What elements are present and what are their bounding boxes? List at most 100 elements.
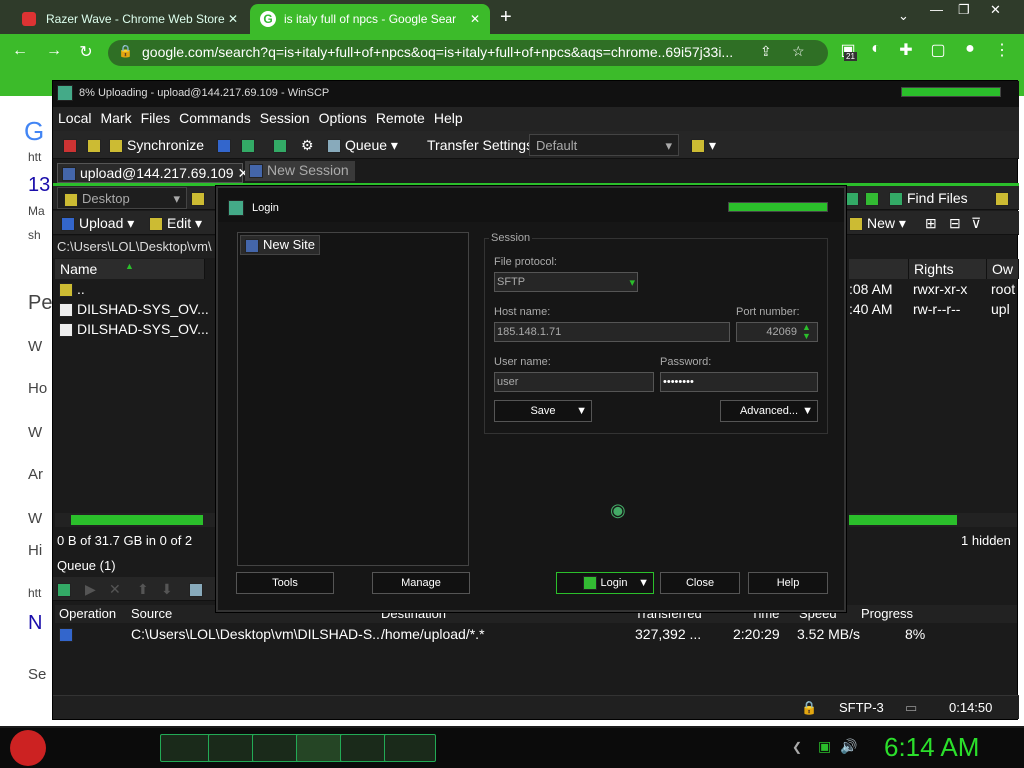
upload-button[interactable]: Upload ▾ [61,212,134,234]
minimize-icon[interactable]: — [930,2,943,17]
snippet[interactable]: W [28,510,42,527]
advanced-button[interactable]: Advanced... ▼ [720,400,818,422]
synchronize-button[interactable]: Synchronize [109,134,204,156]
session-tab-upload[interactable]: upload@144.217.69.109 ✕ [57,163,249,183]
menu-session[interactable]: Session [255,107,314,126]
queue-col-operation[interactable]: Operation [59,606,116,621]
login-button[interactable]: Login ▼ [556,572,654,594]
delete-icon[interactable]: ✕ [109,578,121,600]
find-files-button[interactable]: Find Files [889,187,968,209]
collapse-icon[interactable]: ⊟ [949,212,961,234]
remote-row[interactable]: :08 AM rwxr-xr-x root [849,281,1015,297]
dialog-window-controls[interactable] [728,202,828,212]
tray-chevron-icon[interactable]: ❮ [792,740,802,754]
queue-execute-icon[interactable] [57,578,75,600]
save-button[interactable]: Save ▼ [494,400,592,422]
address-bar[interactable]: 🔒 google.com/search?q=is+italy+full+of+n… [108,40,828,66]
snippet[interactable]: Ho [28,380,47,397]
taskbar-app3-icon[interactable] [384,734,436,762]
restore-icon[interactable]: ❐ [958,2,970,18]
close-button[interactable]: Close [660,572,740,594]
snippet[interactable]: 13 [28,174,50,197]
battery-icon[interactable]: ▣ [818,738,831,755]
manage-button[interactable]: Manage [372,572,470,594]
session-tab-new[interactable]: New Session [245,161,355,181]
snippet[interactable]: Hi [28,542,42,559]
new-tab-button[interactable]: + [500,6,512,29]
menu-files[interactable]: Files [136,107,175,126]
window-controls[interactable] [901,87,1001,97]
queue-button[interactable]: Queue ▾ [327,134,398,156]
tab-razer-wave[interactable]: Razer Wave - Chrome Web Store ✕ [12,4,248,34]
user-name-input[interactable]: user [494,372,654,392]
star-icon[interactable]: ☆ [792,43,805,60]
volume-icon[interactable]: 🔊 [840,738,857,755]
tab-google-search[interactable]: G is italy full of npcs - Google Sear ✕ [250,4,490,34]
host-name-input[interactable]: 185.148.1.71 [494,322,730,342]
remote-more-icon[interactable] [995,187,1013,209]
port-stepper-icon[interactable]: ▲ ▼ [802,323,811,341]
back-icon[interactable]: ← [8,42,32,60]
transfer-settings-select[interactable]: Default ▾ [529,134,679,156]
drive-select[interactable]: Desktop ▾ [57,187,187,209]
gear-icon[interactable]: ⚙ [301,134,314,156]
move-up-icon[interactable]: ⬆ [137,578,149,600]
file-row[interactable]: DILSHAD-SYS_OV... [59,321,209,338]
queue-row[interactable]: C:\Users\LOL\Desktop\vm\DILSHAD-S... /ho… [55,625,1017,645]
remote-hscrollbar[interactable] [849,513,1017,527]
site-item-new-site[interactable]: New Site [240,235,321,255]
console-icon[interactable] [217,134,235,156]
menu-remote[interactable]: Remote [371,107,429,126]
play-icon[interactable]: ▶ [85,578,96,600]
tools-button[interactable]: Tools [236,572,334,594]
expand-icon[interactable]: ⊞ [925,212,937,234]
menu-help[interactable]: Help [429,107,467,126]
queue-col-progress[interactable]: Progress [861,606,913,621]
edit-button[interactable]: Edit ▾ [149,212,202,234]
menu-icon[interactable]: ⋮ [990,40,1014,60]
close-icon[interactable]: ✕ [470,12,480,26]
local-path[interactable]: C:\Users\LOL\Desktop\vm\ [53,236,219,258]
refresh-icon[interactable] [845,187,863,209]
open-folder-icon[interactable] [191,187,209,209]
column-changed[interactable] [849,259,909,279]
snippet[interactable]: Ar [28,466,43,483]
queue-col-source[interactable]: Source [131,606,172,621]
file-row[interactable]: .. [59,281,85,298]
sidepanel-icon[interactable]: ▢ [926,40,950,60]
menu-options[interactable]: Options [314,107,371,126]
menu-commands[interactable]: Commands [174,107,255,126]
taskbar-explorer-icon[interactable] [160,734,212,762]
compare-icon[interactable] [63,134,81,156]
transfer-profile-icon[interactable]: ▾ [691,134,716,156]
menu-mark[interactable]: Mark [95,107,135,126]
forward-icon[interactable]: → [42,42,66,60]
profile-icon[interactable]: ● [958,40,982,58]
reload-icon[interactable]: ↻ [74,42,98,62]
column-rights[interactable]: Rights [909,259,987,279]
new-button[interactable]: New ▾ [849,212,906,234]
menu-local[interactable]: Local [53,107,95,126]
share-icon[interactable]: ⇪ [760,43,772,60]
column-owner[interactable]: Ow [987,259,1019,279]
clock[interactable]: 6:14 AM [884,732,979,763]
remote-row[interactable]: :40 AM rw-r--r-- upl [849,301,1010,317]
refresh-remote-icon[interactable] [865,187,883,209]
filter-icon[interactable]: ⊽ [971,212,981,234]
file-protocol-select[interactable]: SFTP ▾ [494,272,638,292]
queue-settings-icon[interactable] [189,578,207,600]
sftp-icon[interactable] [273,134,291,156]
close-icon[interactable]: ✕ [228,12,238,26]
site-tree[interactable]: New Site [237,232,469,566]
move-down-icon[interactable]: ⬇ [161,578,173,600]
flag-extension-icon[interactable]: ◐ [864,40,888,58]
sync-folders-icon[interactable] [87,134,105,156]
file-row[interactable]: DILSHAD-SYS_OV... [59,301,209,318]
help-button[interactable]: Help [748,572,828,594]
close-window-icon[interactable]: ✕ [990,2,1001,18]
start-button-icon[interactable] [10,730,46,766]
chevron-down-icon[interactable]: ⌄ [898,8,909,24]
password-input[interactable]: •••••••• [660,372,818,392]
snippet[interactable]: N [28,612,42,635]
puzzle-icon[interactable]: ✚ [894,40,918,60]
